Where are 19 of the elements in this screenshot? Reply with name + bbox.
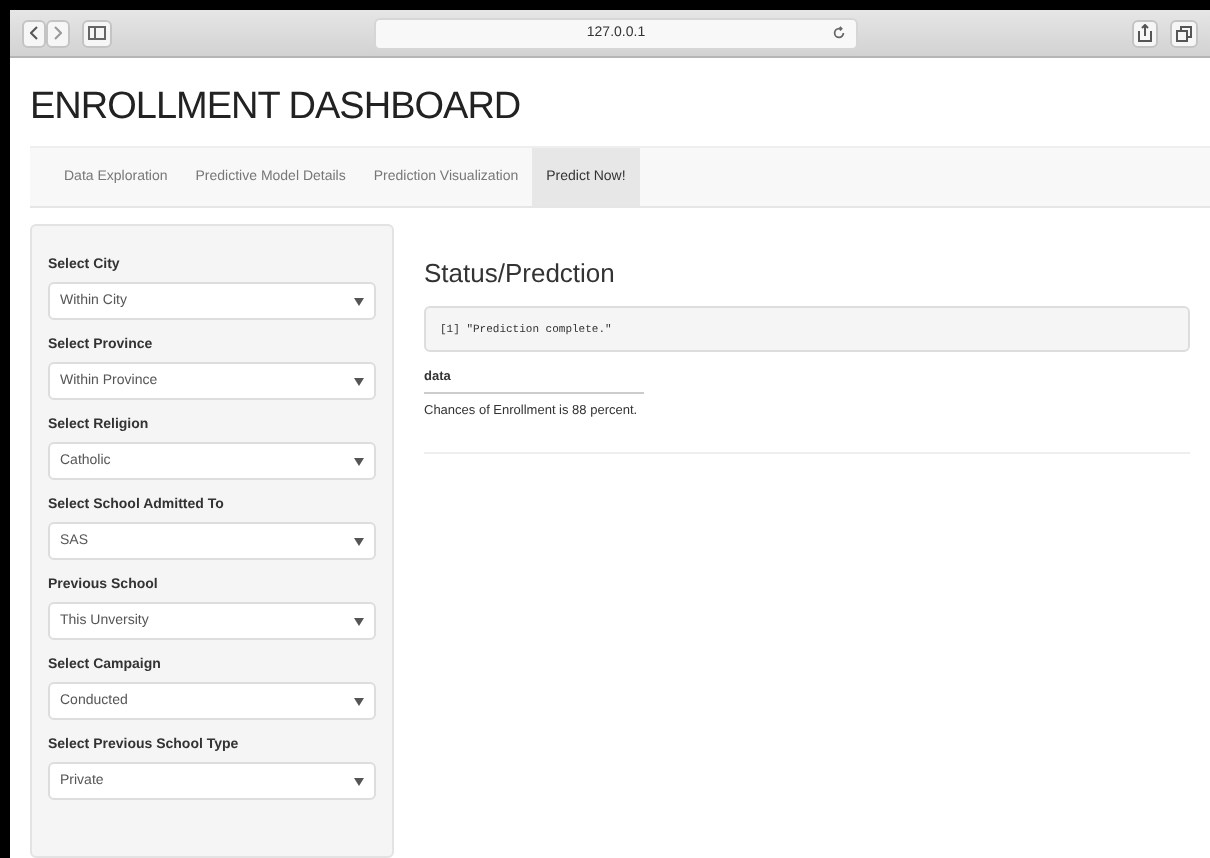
reload-icon [832,25,846,39]
back-button[interactable] [22,19,46,47]
tabs-icon [1176,25,1192,41]
chevron-right-icon [54,26,62,40]
caret-icon [354,777,364,785]
sidebar-button[interactable] [82,19,112,47]
caret-icon [354,617,364,625]
caret-icon [354,297,364,305]
caret-icon [354,457,364,465]
caret-icon [354,537,364,545]
tabs-button[interactable] [1170,19,1198,47]
share-icon [1138,24,1152,42]
caret-icon [354,697,364,705]
sidebar-icon [88,26,106,40]
dashboard-title: ENROLLMENT DASHBOARD [30,86,521,130]
share-button[interactable] [1132,19,1158,47]
chevron-left-icon [30,26,38,40]
caret-icon [354,377,364,385]
status-heading: Status/Predction [424,258,615,288]
